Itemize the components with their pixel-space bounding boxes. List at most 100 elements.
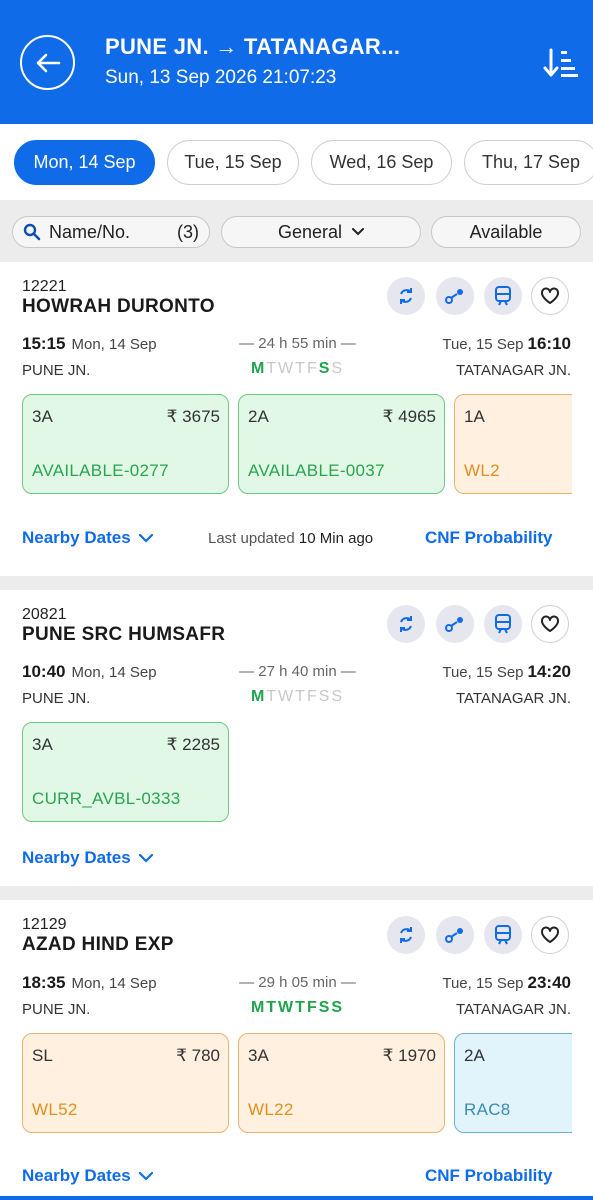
train-number: 12221 xyxy=(22,278,67,295)
class-card-3a[interactable]: 3A ₹ 1970 WL22 xyxy=(238,1033,445,1133)
from-station: PUNE JN. xyxy=(22,1001,91,1018)
favourite-button[interactable] xyxy=(531,916,569,954)
class-card-2a[interactable]: 2A ₹ 4965 AVAILABLE-0037 xyxy=(238,394,445,494)
search-filter[interactable]: Name/No. (3) xyxy=(12,216,210,248)
route-button[interactable] xyxy=(436,605,474,643)
class-code: 3A xyxy=(32,407,53,426)
class-code: SL xyxy=(32,1046,53,1065)
class-code: 2A xyxy=(464,1046,485,1065)
refresh-button[interactable] xyxy=(387,605,425,643)
class-card-3a[interactable]: 3A ₹ 3675 AVAILABLE-0277 xyxy=(22,394,229,494)
departure: 18:35 Mon, 14 Sep xyxy=(22,973,157,993)
class-card-3a[interactable]: 3A ₹ 2285 CURR_AVBL-0333 xyxy=(22,722,229,822)
route-icon xyxy=(445,928,463,943)
heart-icon xyxy=(541,615,559,632)
day-fri: F xyxy=(306,688,319,705)
coach-layout-button[interactable] xyxy=(484,605,522,643)
departure: 10:40 Mon, 14 Sep xyxy=(22,662,157,682)
day-sun: S xyxy=(331,360,345,377)
heart-icon xyxy=(541,287,559,304)
class-card-sl[interactable]: SL ₹ 780 WL52 xyxy=(22,1033,229,1133)
class-fare: ₹ 3675 xyxy=(166,407,220,426)
favourite-button[interactable] xyxy=(531,605,569,643)
filter-bar: Name/No. (3) General Available xyxy=(0,200,593,262)
quota-dropdown[interactable]: General xyxy=(221,216,421,248)
refresh-button[interactable] xyxy=(387,916,425,954)
availability-status: AVAILABLE-0277 xyxy=(32,461,169,480)
class-fare: ₹ 780 xyxy=(176,1046,220,1065)
arrival-time: 14:20 xyxy=(527,662,571,681)
coach-layout-button[interactable] xyxy=(484,916,522,954)
search-filter-label: Name/No. xyxy=(49,221,131,242)
day-wed: W xyxy=(278,360,296,377)
favourite-button[interactable] xyxy=(531,277,569,315)
route-title: PUNE JN. → TATANAGAR... xyxy=(105,34,401,59)
card-divider xyxy=(0,576,593,590)
cnf-probability-link[interactable]: CNF Probability xyxy=(425,528,553,548)
route-button[interactable] xyxy=(436,277,474,315)
nearby-dates-button[interactable]: Nearby Dates xyxy=(22,1166,153,1186)
train-name: HOWRAH DURONTO xyxy=(22,296,215,317)
nearby-dates-button[interactable]: Nearby Dates xyxy=(22,528,153,548)
coach-layout-button[interactable] xyxy=(484,277,522,315)
route-icon xyxy=(445,289,463,304)
train-card[interactable]: 12129 AZAD HIND EXP 18:35 Mon, 14 Sep — 2… xyxy=(0,900,593,1196)
availability-status: WL22 xyxy=(248,1100,294,1119)
to-station: TATANAGAR JN. xyxy=(455,1001,571,1018)
train-icon xyxy=(495,925,511,945)
departure-date: Mon, 14 Sep xyxy=(71,975,157,992)
day-sat: S xyxy=(318,999,332,1016)
arrival-time: 16:10 xyxy=(527,334,571,353)
card-divider xyxy=(0,886,593,900)
refresh-icon xyxy=(400,927,412,943)
chevron-down-icon xyxy=(352,228,365,236)
search-result-count: (3) xyxy=(177,221,199,242)
arrival-date: Tue, 15 Sep xyxy=(442,664,524,681)
date-tab-mon-14[interactable]: Mon, 14 Sep xyxy=(14,140,155,185)
nearby-dates-button[interactable]: Nearby Dates xyxy=(22,848,153,868)
last-updated-label: Last updated xyxy=(208,530,295,547)
train-card[interactable]: 20821 PUNE SRC HUMSAFR 10:40 Mon, 14 Sep … xyxy=(0,590,593,886)
departure-time: 18:35 xyxy=(22,973,66,992)
nearby-dates-label: Nearby Dates xyxy=(22,848,131,867)
heart-icon xyxy=(541,926,559,943)
class-card-2a[interactable]: 2A RAC8 xyxy=(454,1033,572,1133)
train-icon xyxy=(495,286,511,306)
sort-button[interactable] xyxy=(543,47,579,81)
date-tab-tue-15[interactable]: Tue, 15 Sep xyxy=(167,140,299,185)
date-tab-thu-17[interactable]: Thu, 17 Sep xyxy=(464,140,593,185)
chevron-down-icon xyxy=(138,1171,153,1181)
day-tue: T xyxy=(266,999,279,1016)
search-icon xyxy=(23,223,41,241)
class-fare: ₹ 1970 xyxy=(382,1046,436,1065)
journey-duration: — 24 h 55 min — xyxy=(239,335,356,352)
refresh-button[interactable] xyxy=(387,277,425,315)
class-carousel: 3A ₹ 3675 AVAILABLE-0277 2A ₹ 4965 AVAIL… xyxy=(0,393,572,497)
running-days: MTWTFSS xyxy=(230,688,365,706)
back-button[interactable] xyxy=(20,35,75,90)
route-button[interactable] xyxy=(436,916,474,954)
route-icon xyxy=(445,617,463,632)
quota-label: General xyxy=(277,221,343,242)
train-name: PUNE SRC HUMSAFR xyxy=(22,624,226,645)
last-updated-value: 10 Min ago xyxy=(298,530,374,547)
train-card[interactable]: 12221 HOWRAH DURONTO 15:15 Mon, 14 Sep — … xyxy=(0,262,593,576)
day-tue: T xyxy=(266,360,279,377)
availability-status: WL2 xyxy=(464,461,500,480)
day-thu: T xyxy=(295,688,307,705)
availability-status: AVAILABLE-0037 xyxy=(248,461,385,480)
running-days: MTWTFSS xyxy=(230,360,365,378)
nearby-dates-label: Nearby Dates xyxy=(22,528,131,547)
class-card-1a[interactable]: 1A WL2 xyxy=(454,394,572,494)
cnf-probability-link[interactable]: CNF Probability xyxy=(425,1166,553,1186)
day-sun: S xyxy=(331,999,345,1016)
from-station: PUNE JN. xyxy=(22,362,91,379)
bottom-accent-bar xyxy=(0,1196,593,1200)
arrival: Tue, 15 Sep 14:20 xyxy=(442,662,571,682)
class-code: 2A xyxy=(248,407,269,426)
date-tab-wed-16[interactable]: Wed, 16 Sep xyxy=(311,140,452,185)
arrival: Tue, 15 Sep 16:10 xyxy=(442,334,571,354)
refresh-icon xyxy=(400,288,412,304)
departure-time: 10:40 xyxy=(22,662,66,681)
availability-filter[interactable]: Available xyxy=(431,216,581,248)
